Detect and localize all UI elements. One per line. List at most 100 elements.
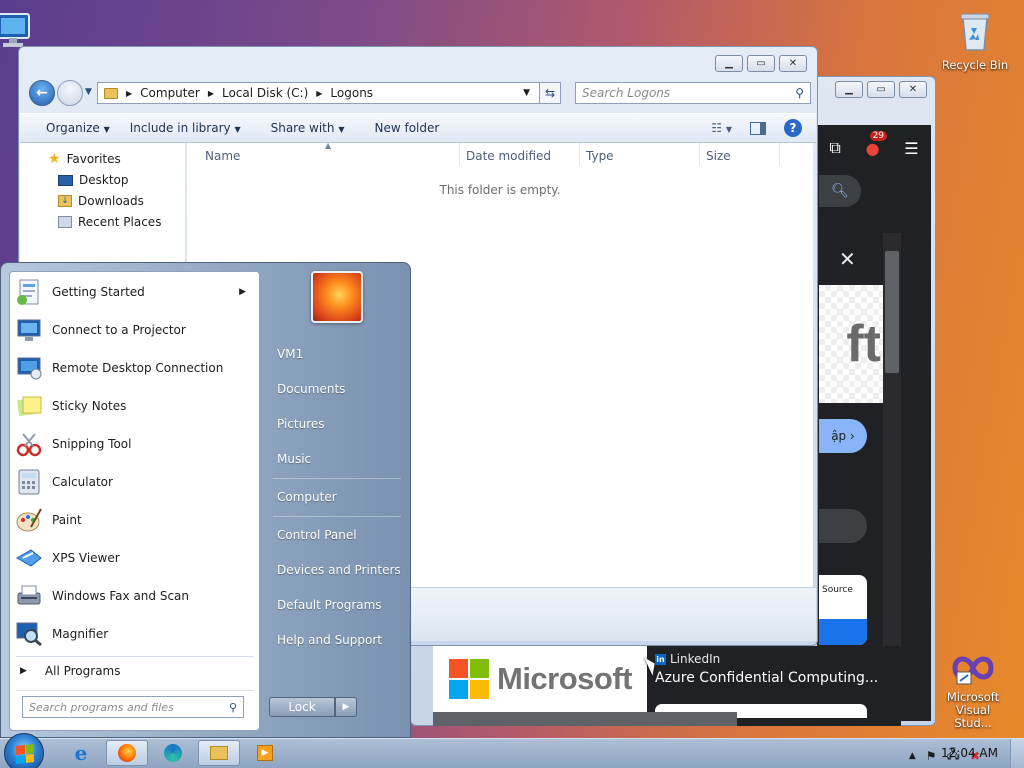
column-size[interactable]: Size bbox=[706, 149, 731, 163]
preview-pane-icon[interactable] bbox=[750, 121, 766, 135]
help-icon[interactable]: ? bbox=[784, 119, 802, 137]
nav-recent-places[interactable]: Recent Places bbox=[58, 215, 161, 229]
program-magnifier[interactable]: Magnifier bbox=[14, 616, 256, 652]
menu-icon[interactable]: ☰ bbox=[904, 139, 918, 158]
minimize-button[interactable]: ▁ bbox=[835, 81, 863, 98]
desktop-icon-visual-studio[interactable]: Microsoft Visual Stud... bbox=[936, 648, 1010, 730]
action-button[interactable]: ập › bbox=[819, 419, 867, 453]
extensions-icon[interactable]: ⧉ bbox=[829, 138, 840, 158]
nav-favorites[interactable]: ★ Favorites bbox=[48, 151, 121, 167]
taskbar-edge[interactable] bbox=[152, 740, 194, 766]
program-getting-started[interactable]: Getting Started ▶ bbox=[14, 274, 256, 310]
breadcrumb-separator-icon: ▶ bbox=[126, 88, 133, 98]
breadcrumb-logons[interactable]: Logons bbox=[330, 86, 373, 100]
link-computer[interactable]: Computer bbox=[277, 490, 337, 504]
ad-headline[interactable]: Azure Confidential Computing... bbox=[655, 670, 878, 686]
program-sticky-notes[interactable]: Sticky Notes bbox=[14, 388, 256, 424]
program-fax-and-scan[interactable]: Windows Fax and Scan bbox=[14, 578, 256, 614]
nav-desktop[interactable]: Desktop bbox=[58, 173, 129, 187]
program-label: Windows Fax and Scan bbox=[52, 589, 190, 603]
program-remote-desktop[interactable]: Remote Desktop Connection bbox=[14, 350, 256, 386]
start-search-input[interactable]: Search programs and files ⚲ bbox=[22, 696, 244, 718]
recent-places-icon bbox=[58, 216, 72, 228]
view-options-button[interactable]: ☷ ▼ bbox=[711, 121, 732, 135]
link-control-panel[interactable]: Control Panel bbox=[277, 528, 357, 542]
link-devices-and-printers[interactable]: Devices and Printers bbox=[277, 563, 401, 577]
notifications-icon[interactable]: ● 29 bbox=[866, 130, 888, 158]
include-in-library-button[interactable]: Include in library ▼ bbox=[130, 121, 241, 135]
getting-started-icon bbox=[14, 277, 44, 307]
nav-downloads[interactable]: ↓ Downloads bbox=[58, 194, 144, 208]
desktop-icon-recycle-bin[interactable]: Recycle Bin bbox=[938, 6, 1012, 72]
column-divider[interactable] bbox=[459, 143, 460, 165]
chevron-down-icon: ▼ bbox=[234, 125, 241, 134]
show-hidden-icons-icon[interactable]: ▲ bbox=[909, 751, 916, 761]
notification-badge: 29 bbox=[869, 130, 888, 141]
user-avatar[interactable] bbox=[311, 271, 363, 323]
maximize-button[interactable]: ▭ bbox=[867, 81, 895, 98]
separator bbox=[273, 516, 401, 517]
column-type[interactable]: Type bbox=[586, 149, 614, 163]
recent-pages-icon[interactable]: ▼ bbox=[85, 87, 92, 97]
shutdown-options-button[interactable]: ▶ bbox=[335, 697, 357, 717]
show-desktop-button[interactable] bbox=[1010, 739, 1024, 768]
taskbar-internet-explorer[interactable]: e bbox=[60, 740, 102, 766]
horizontal-scrollbar[interactable] bbox=[433, 712, 737, 726]
program-snipping-tool[interactable]: Snipping Tool bbox=[14, 426, 256, 462]
action-center-flag-icon[interactable]: ⚑ bbox=[926, 749, 937, 763]
link-help-and-support[interactable]: Help and Support bbox=[277, 633, 382, 647]
new-folder-button[interactable]: New folder bbox=[374, 121, 439, 135]
lock-button[interactable]: Lock bbox=[269, 697, 335, 717]
all-programs-button[interactable]: ▶ All Programs bbox=[20, 664, 121, 678]
program-label: XPS Viewer bbox=[52, 551, 120, 565]
back-button[interactable]: ← bbox=[29, 80, 55, 106]
column-divider[interactable] bbox=[699, 143, 700, 165]
share-with-label: Share with bbox=[270, 121, 335, 135]
link-pictures[interactable]: Pictures bbox=[277, 417, 325, 431]
search-button[interactable]: 🔍︎ bbox=[819, 175, 861, 207]
breadcrumb-local-disk[interactable]: Local Disk (C:) bbox=[222, 86, 308, 100]
address-dropdown-icon[interactable]: ▼ bbox=[523, 88, 530, 98]
column-divider[interactable] bbox=[579, 143, 580, 165]
maximize-button[interactable]: ▭ bbox=[747, 55, 775, 72]
minimize-button[interactable]: ▁ bbox=[715, 55, 743, 72]
fax-scanner-icon bbox=[14, 581, 44, 611]
column-divider[interactable] bbox=[779, 143, 780, 165]
program-paint[interactable]: Paint bbox=[14, 502, 256, 538]
content-card[interactable]: Source bbox=[819, 575, 867, 645]
link-default-programs[interactable]: Default Programs bbox=[277, 598, 382, 612]
taskbar-file-explorer[interactable] bbox=[198, 740, 240, 766]
clock[interactable]: 12:04 AM bbox=[941, 746, 998, 760]
organize-button[interactable]: Organize ▼ bbox=[46, 121, 110, 135]
link-documents[interactable]: Documents bbox=[277, 382, 345, 396]
program-calculator[interactable]: Calculator bbox=[14, 464, 256, 500]
start-button[interactable] bbox=[4, 733, 44, 768]
search-input[interactable]: Search Logons ⚲ bbox=[575, 82, 811, 104]
ad-source-label: LinkedIn bbox=[670, 652, 721, 666]
advertisement-banner[interactable]: Microsoft in LinkedIn Azure Confidential… bbox=[433, 646, 901, 726]
maximize-icon: ▭ bbox=[876, 84, 886, 95]
close-button[interactable]: ✕ bbox=[779, 55, 807, 72]
start-search-placeholder: Search programs and files bbox=[29, 700, 174, 714]
scrollbar-thumb[interactable] bbox=[885, 251, 899, 373]
column-name[interactable]: Name bbox=[205, 149, 240, 163]
nav-desktop-label: Desktop bbox=[79, 173, 129, 187]
program-xps-viewer[interactable]: XPS Viewer bbox=[14, 540, 256, 576]
program-connect-to-projector[interactable]: Connect to a Projector bbox=[14, 312, 256, 348]
taskbar-firefox[interactable] bbox=[106, 740, 148, 766]
internet-explorer-icon: e bbox=[74, 741, 88, 765]
refresh-button[interactable]: ⇆ bbox=[539, 82, 561, 104]
secondary-button[interactable] bbox=[819, 509, 867, 543]
dismiss-icon[interactable]: ✕ bbox=[839, 247, 856, 271]
xps-viewer-icon bbox=[14, 543, 44, 573]
forward-button[interactable] bbox=[57, 80, 83, 106]
close-button[interactable]: ✕ bbox=[899, 81, 927, 98]
address-bar[interactable]: ▶ Computer ▶ Local Disk (C:) ▶ Logons ▼ bbox=[97, 82, 561, 104]
taskbar-media-player[interactable]: ▶ bbox=[244, 740, 286, 766]
link-music[interactable]: Music bbox=[277, 452, 311, 466]
breadcrumb-computer[interactable]: Computer bbox=[140, 86, 200, 100]
card-strip bbox=[819, 619, 867, 645]
share-with-button[interactable]: Share with ▼ bbox=[271, 121, 345, 135]
column-date-modified[interactable]: Date modified bbox=[466, 149, 551, 163]
link-user[interactable]: VM1 bbox=[277, 347, 303, 361]
